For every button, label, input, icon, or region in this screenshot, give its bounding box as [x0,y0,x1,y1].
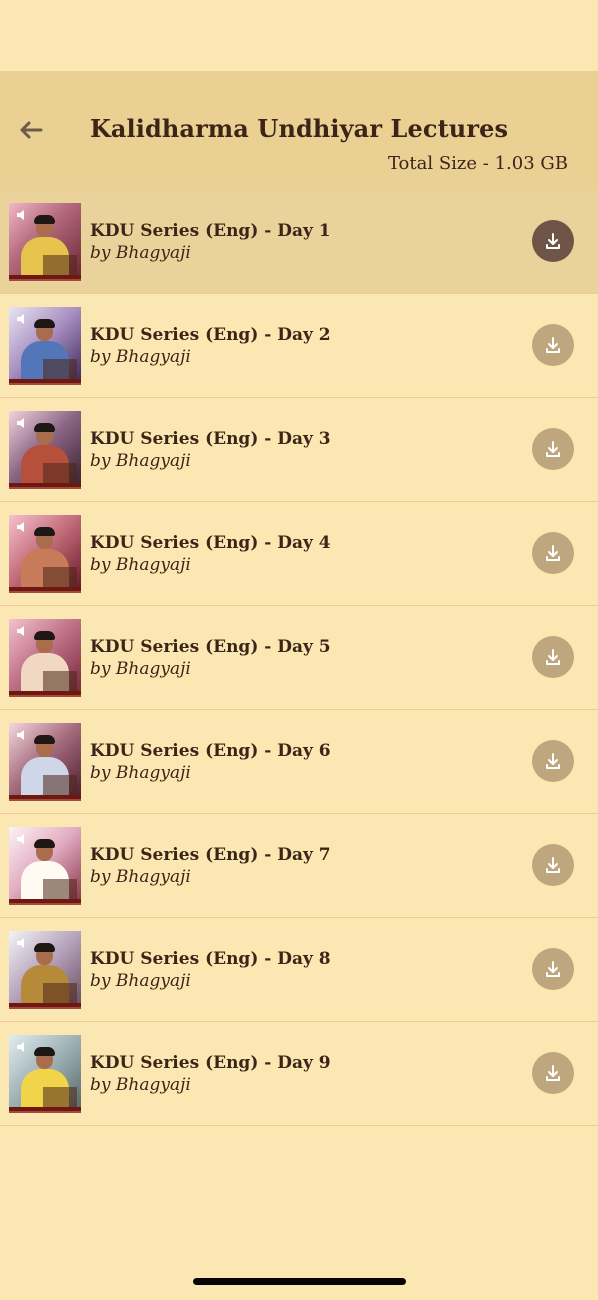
lecture-thumbnail [9,515,81,591]
item-title: KDU Series (Eng) - Day 2 [90,325,331,345]
item-author: by Bhagyaji [90,867,191,887]
item-title: KDU Series (Eng) - Day 1 [90,221,331,241]
item-title: KDU Series (Eng) - Day 3 [90,429,331,449]
list-item[interactable]: KDU Series (Eng) - Day 5 by Bhagyaji [0,606,598,710]
item-text: KDU Series (Eng) - Day 4 by Bhagyaji [90,533,470,576]
item-text: KDU Series (Eng) - Day 1 by Bhagyaji [90,221,470,264]
item-author: by Bhagyaji [90,555,191,575]
item-title: KDU Series (Eng) - Day 4 [90,533,331,553]
item-text: KDU Series (Eng) - Day 3 by Bhagyaji [90,429,470,472]
download-button[interactable] [532,1052,574,1094]
item-text: KDU Series (Eng) - Day 2 by Bhagyaji [90,325,470,368]
download-icon [546,649,560,665]
speaker-icon [17,314,24,324]
home-indicator [193,1278,406,1285]
item-author: by Bhagyaji [90,1075,191,1095]
lecture-thumbnail [9,307,81,383]
download-button[interactable] [532,532,574,574]
list-item[interactable]: KDU Series (Eng) - Day 4 by Bhagyaji [0,502,598,606]
download-icon [546,337,560,353]
item-author: by Bhagyaji [90,243,191,263]
item-title: KDU Series (Eng) - Day 9 [90,1053,331,1073]
item-author: by Bhagyaji [90,659,191,679]
download-button[interactable] [532,948,574,990]
item-author: by Bhagyaji [90,347,191,367]
total-size-label: Total Size - 1.03 GB [387,153,568,174]
item-text: KDU Series (Eng) - Day 7 by Bhagyaji [90,845,470,888]
lecture-thumbnail [9,203,81,279]
item-title: KDU Series (Eng) - Day 8 [90,949,331,969]
lecture-thumbnail [9,411,81,487]
list-item[interactable]: KDU Series (Eng) - Day 3 by Bhagyaji [0,398,598,502]
lecture-list: KDU Series (Eng) - Day 1 by Bhagyaji KDU… [0,189,598,1126]
speaker-icon [17,730,24,740]
list-item[interactable]: KDU Series (Eng) - Day 7 by Bhagyaji [0,814,598,918]
speaker-icon [17,522,24,532]
speaker-icon [17,938,24,948]
item-text: KDU Series (Eng) - Day 5 by Bhagyaji [90,637,470,680]
item-author: by Bhagyaji [90,451,191,471]
lecture-thumbnail [9,931,81,1007]
item-author: by Bhagyaji [90,971,191,991]
item-title: KDU Series (Eng) - Day 7 [90,845,331,865]
download-button[interactable] [532,844,574,886]
speaker-icon [17,418,24,428]
item-title: KDU Series (Eng) - Day 5 [90,637,331,657]
download-button[interactable] [532,636,574,678]
page-title: Kalidharma Undhiyar Lectures [89,114,509,143]
list-item[interactable]: KDU Series (Eng) - Day 1 by Bhagyaji [0,189,598,294]
download-icon [546,857,560,873]
speaker-icon [17,1042,24,1052]
lecture-thumbnail [9,723,81,799]
download-icon [546,1065,560,1081]
item-text: KDU Series (Eng) - Day 8 by Bhagyaji [90,949,470,992]
download-button[interactable] [532,220,574,262]
page-header: Kalidharma Undhiyar Lectures Total Size … [0,71,598,189]
lecture-thumbnail [9,827,81,903]
speaker-icon [17,834,24,844]
list-item[interactable]: KDU Series (Eng) - Day 9 by Bhagyaji [0,1022,598,1126]
lecture-thumbnail [9,619,81,695]
download-icon [546,753,560,769]
status-area [0,0,598,71]
list-item[interactable]: KDU Series (Eng) - Day 2 by Bhagyaji [0,294,598,398]
download-icon [546,441,560,457]
download-icon [546,545,560,561]
download-button[interactable] [532,324,574,366]
item-text: KDU Series (Eng) - Day 6 by Bhagyaji [90,741,470,784]
item-author: by Bhagyaji [90,763,191,783]
item-text: KDU Series (Eng) - Day 9 by Bhagyaji [90,1053,470,1096]
download-button[interactable] [532,428,574,470]
lecture-thumbnail [9,1035,81,1111]
download-icon [546,233,560,249]
download-icon [546,961,560,977]
speaker-icon [17,626,24,636]
speaker-icon [17,210,24,220]
item-title: KDU Series (Eng) - Day 6 [90,741,331,761]
list-item[interactable]: KDU Series (Eng) - Day 8 by Bhagyaji [0,918,598,1022]
list-item[interactable]: KDU Series (Eng) - Day 6 by Bhagyaji [0,710,598,814]
download-button[interactable] [532,740,574,782]
